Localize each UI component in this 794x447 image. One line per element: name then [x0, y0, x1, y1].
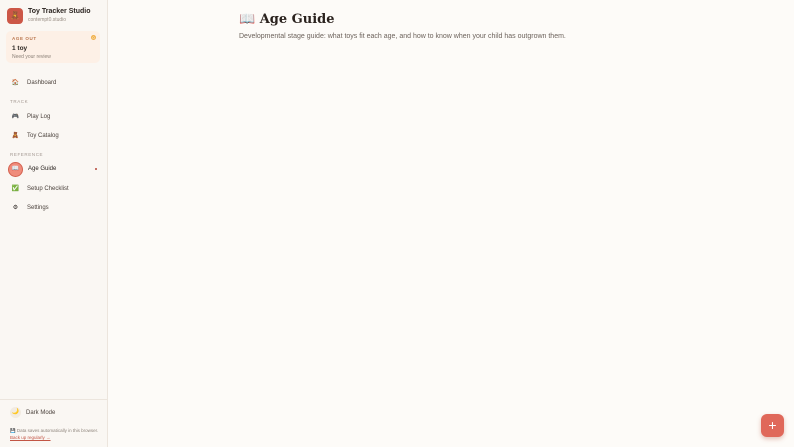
- checkmark-icon: ✅: [11, 186, 20, 192]
- sidebar: 🧸 Toy Tracker Studio contempt0.studio AG…: [0, 0, 108, 447]
- brand-subtitle: contempt0.studio: [28, 17, 67, 23]
- sidebar-item-label: Age Guide: [28, 166, 57, 172]
- brand-name: Toy Tracker Studio: [28, 8, 91, 15]
- gear-icon: ⚙: [12, 205, 19, 211]
- sidebar-item-play-log[interactable]: 🎮 Play Log: [6, 110, 100, 125]
- autosave-note: 💾 Data saves automatically in this brows…: [10, 427, 100, 441]
- sidebar-item-age-guide[interactable]: 📖 Age Guide: [6, 162, 100, 177]
- sidebar-item-label: Settings: [27, 205, 49, 211]
- sidebar-item-label: Toy Catalog: [27, 133, 59, 139]
- age-out-title: AGE OUT: [12, 36, 37, 41]
- sidebar-item-label: Dashboard: [27, 80, 57, 86]
- sidebar-item-label: Play Log: [27, 114, 51, 120]
- dark-mode-label: Dark Mode: [26, 410, 56, 416]
- main-content: 📖 Age Guide Developmental stage guide: w…: [108, 0, 794, 447]
- book-icon: 📖: [8, 162, 23, 177]
- toy-icon: 🧸: [7, 8, 23, 24]
- sidebar-item-setup-checklist[interactable]: ✅ Setup Checklist: [6, 182, 100, 197]
- age-out-note: Need your review: [12, 54, 51, 60]
- page-subtitle: Developmental stage guide: what toys fit…: [239, 33, 566, 40]
- moon-icon: 🌙: [10, 407, 21, 418]
- autosave-text: 💾 Data saves automatically in this brows…: [10, 428, 99, 433]
- sidebar-item-toy-catalog[interactable]: 🧸 Toy Catalog: [6, 129, 100, 144]
- gamepad-icon: 🎮: [11, 114, 20, 120]
- section-label-reference: REFERENCE: [10, 152, 44, 157]
- add-button[interactable]: +: [761, 414, 784, 437]
- backup-link[interactable]: Back up regularly →: [10, 435, 51, 440]
- page-title: 📖 Age Guide: [239, 12, 335, 27]
- sidebar-item-settings[interactable]: ⚙ Settings: [6, 201, 100, 216]
- sidebar-item-label: Setup Checklist: [27, 186, 69, 192]
- teddy-bear-icon: 🧸: [11, 133, 20, 139]
- age-out-count: 1 toy: [12, 45, 28, 52]
- brand[interactable]: 🧸 Toy Tracker Studio contempt0.studio: [7, 7, 103, 25]
- sidebar-footer: 🌙 Dark Mode 💾 Data saves automatically i…: [0, 399, 107, 447]
- age-out-card[interactable]: AGE OUT 0 1 toy Need your review: [6, 31, 100, 63]
- age-out-badge: 0: [91, 35, 96, 40]
- section-label-track: TRACK: [10, 99, 29, 104]
- home-icon: 🏠: [11, 80, 20, 86]
- active-indicator: [95, 168, 97, 170]
- dark-mode-toggle[interactable]: 🌙 Dark Mode: [6, 406, 100, 420]
- sidebar-item-dashboard[interactable]: 🏠 Dashboard: [6, 76, 100, 91]
